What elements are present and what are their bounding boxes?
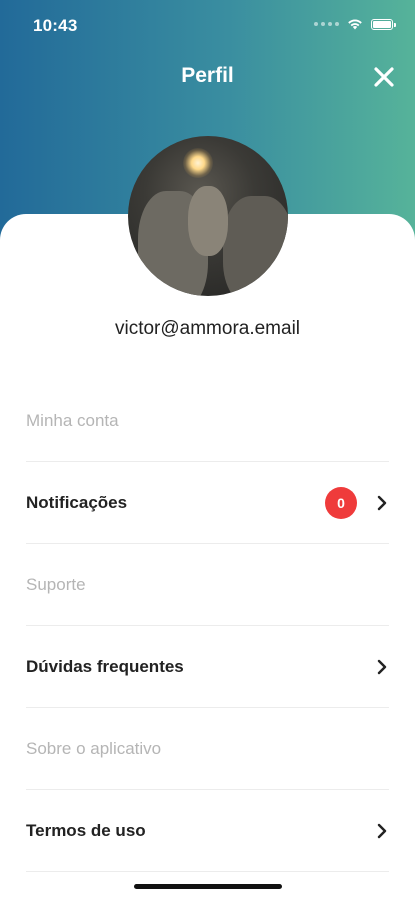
menu-item-notificacoes[interactable]: Notificações 0 [26,462,389,544]
chevron-right-icon [375,495,389,511]
chevron-right-icon [375,659,389,675]
section-title-sobre-o-aplicativo: Sobre o aplicativo [26,708,389,790]
menu-item-termos-de-uso[interactable]: Termos de uso [26,790,389,872]
status-icons [314,18,396,30]
menu-item-label: Notificações [26,492,128,512]
close-button[interactable] [367,60,401,94]
menu-item-duvidas-frequentes[interactable]: Dúvidas frequentes [26,626,389,708]
close-icon [374,67,394,87]
profile-email: victor@ammora.email [114,318,301,339]
page-title: Perfil [181,64,234,87]
status-bar: 10:43 [0,0,415,50]
status-time: 10:43 [33,16,78,35]
section-title-suporte: Suporte [26,544,389,626]
wifi-icon [348,19,362,30]
home-indicator [134,884,282,889]
chevron-right-icon [375,823,389,839]
profile-menu: Minha conta Notificações 0 Suporte Dúvid… [26,380,389,872]
section-title-minha-conta: Minha conta [26,380,389,462]
menu-item-label: Termos de uso [26,820,146,840]
notification-count-badge: 0 [325,486,357,519]
menu-item-label: Dúvidas frequentes [26,656,184,676]
battery-icon [371,18,396,30]
avatar [128,136,288,296]
signal-icon [314,22,339,26]
